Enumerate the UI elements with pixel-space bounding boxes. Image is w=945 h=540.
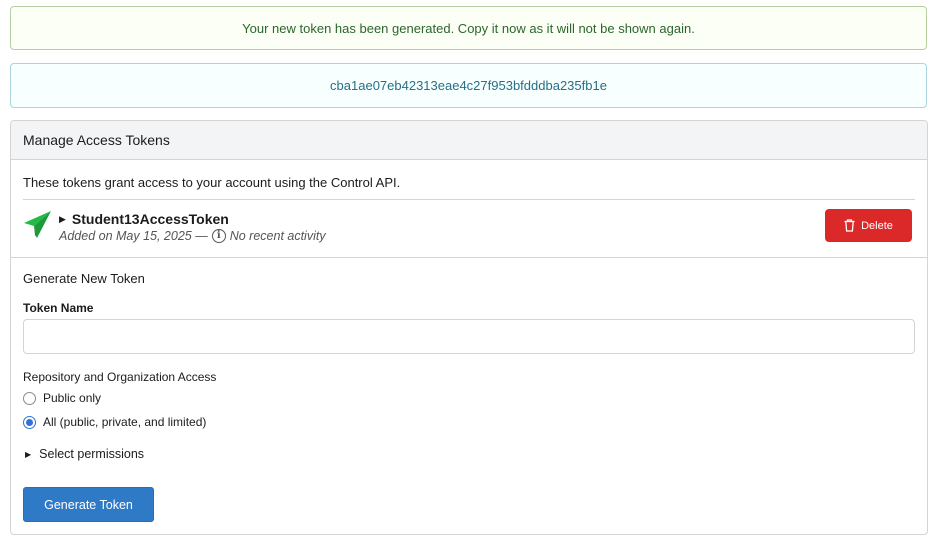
token-value-box: cba1ae07eb42313eae4c27f953bfdddba235fb1e: [10, 63, 927, 108]
token-name-input[interactable]: [23, 319, 915, 354]
panel-header: Manage Access Tokens: [11, 121, 927, 160]
info-icon: i: [211, 229, 226, 243]
trash-icon: [844, 219, 855, 232]
generate-token-heading: Generate New Token: [23, 271, 145, 286]
radio-all[interactable]: All (public, private, and limited): [23, 415, 206, 429]
token-added-date: Added on May 15, 2025 —: [59, 229, 208, 243]
success-flash-message: Your new token has been generated. Copy …: [10, 6, 927, 50]
token-value-text[interactable]: cba1ae07eb42313eae4c27f953bfdddba235fb1e: [330, 78, 607, 93]
token-list-item: ▶ Student13AccessToken Added on May 15, …: [23, 201, 915, 255]
panel-description: These tokens grant access to your accoun…: [23, 175, 401, 190]
token-name: Student13AccessToken: [71, 211, 229, 227]
send-icon: [24, 211, 51, 238]
token-name-label: Token Name: [23, 301, 94, 315]
success-message-text: Your new token has been generated. Copy …: [242, 20, 695, 36]
select-permissions-toggle[interactable]: ▶ Select permissions: [25, 447, 144, 461]
manage-tokens-panel: Manage Access Tokens These tokens grant …: [10, 120, 928, 535]
token-activity: No recent activity: [229, 229, 326, 243]
divider: [11, 257, 927, 258]
caret-right-icon: ▶: [59, 213, 66, 224]
token-meta: Added on May 15, 2025 — i No recent acti…: [59, 229, 326, 243]
radio-label: All (public, private, and limited): [43, 415, 207, 429]
generate-token-button[interactable]: Generate Token: [23, 487, 154, 522]
radio-public-only[interactable]: Public only: [23, 391, 101, 405]
radio-button[interactable]: [23, 391, 36, 405]
generate-token-label: Generate Token: [44, 497, 133, 512]
token-name-toggle[interactable]: ▶ Student13AccessToken: [59, 211, 229, 227]
delete-token-button[interactable]: Delete: [825, 209, 912, 242]
panel-title: Manage Access Tokens: [23, 132, 170, 148]
delete-label: Delete: [861, 219, 893, 232]
select-permissions-label: Select permissions: [39, 447, 145, 461]
divider: [23, 199, 915, 200]
access-label: Repository and Organization Access: [23, 370, 217, 384]
caret-right-icon: ▶: [25, 449, 32, 459]
radio-button-checked[interactable]: [23, 415, 36, 429]
radio-label: Public only: [43, 391, 102, 405]
